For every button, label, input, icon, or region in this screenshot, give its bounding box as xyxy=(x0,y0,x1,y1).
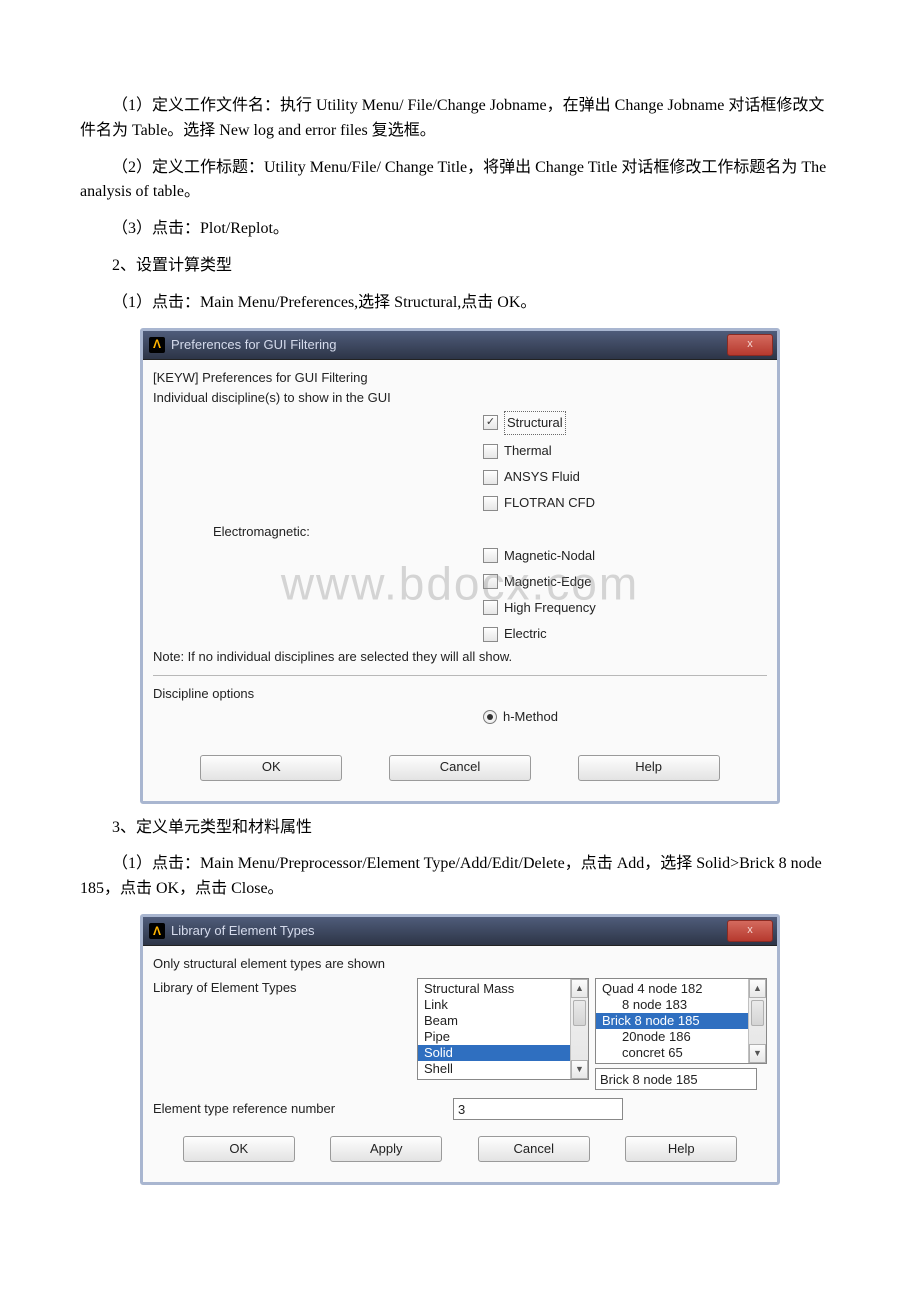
only-structural-label: Only structural element types are shown xyxy=(153,954,767,974)
element-types-dialog: Λ Library of Element Types x Only struct… xyxy=(140,914,780,1185)
scroll-thumb[interactable] xyxy=(573,1000,586,1026)
help-button[interactable]: Help xyxy=(625,1136,737,1162)
note-label: Note: If no individual disciplines are s… xyxy=(153,647,767,667)
structural-label: Structural xyxy=(504,411,566,435)
preferences-title: Preferences for GUI Filtering xyxy=(171,335,336,355)
ansys-logo-icon: Λ xyxy=(149,337,165,353)
discipline-options-label: Discipline options xyxy=(153,684,767,704)
scrollbar[interactable]: ▲ ▼ xyxy=(748,979,766,1063)
checkbox-icon xyxy=(483,600,498,615)
library-label: Library of Element Types xyxy=(153,978,417,998)
ansys-fluid-label: ANSYS Fluid xyxy=(504,467,580,487)
checkbox-magnetic-nodal[interactable]: Magnetic-Nodal xyxy=(483,546,767,566)
list-item-selected[interactable]: Solid xyxy=(418,1045,588,1061)
ok-button[interactable]: OK xyxy=(183,1136,295,1162)
electric-label: Electric xyxy=(504,624,547,644)
checkbox-icon xyxy=(483,574,498,589)
checkbox-icon xyxy=(483,415,498,430)
checkbox-icon xyxy=(483,496,498,511)
scrollbar[interactable]: ▲ ▼ xyxy=(570,979,588,1079)
checkbox-high-frequency[interactable]: High Frequency xyxy=(483,598,767,618)
divider xyxy=(153,675,767,676)
ref-number-label: Element type reference number xyxy=(153,1099,453,1119)
preferences-titlebar: Λ Preferences for GUI Filtering x xyxy=(143,331,777,360)
list-item[interactable]: Shell xyxy=(418,1061,588,1077)
scroll-thumb[interactable] xyxy=(751,1000,764,1026)
checkbox-magnetic-edge[interactable]: Magnetic-Edge xyxy=(483,572,767,592)
apply-button[interactable]: Apply xyxy=(330,1136,442,1162)
list-item[interactable]: 8 node 183 xyxy=(596,997,766,1013)
element-types-title: Library of Element Types xyxy=(171,921,315,941)
keyw-label: [KEYW] Preferences for GUI Filtering xyxy=(153,368,767,388)
ansys-logo-icon: Λ xyxy=(149,923,165,939)
magnetic-edge-label: Magnetic-Edge xyxy=(504,572,591,592)
checkbox-icon xyxy=(483,470,498,485)
checkbox-flotran-cfd[interactable]: FLOTRAN CFD xyxy=(483,493,767,513)
cancel-button[interactable]: Cancel xyxy=(478,1136,590,1162)
element-type-list[interactable]: Quad 4 node 182 8 node 183 Brick 8 node … xyxy=(595,978,767,1064)
flotran-cfd-label: FLOTRAN CFD xyxy=(504,493,595,513)
individual-discipline-label: Individual discipline(s) to show in the … xyxy=(153,388,767,408)
h-method-label: h-Method xyxy=(503,707,558,727)
list-item[interactable]: 20node 186 xyxy=(596,1029,766,1045)
cancel-button[interactable]: Cancel xyxy=(389,755,531,781)
list-item[interactable]: concret 65 xyxy=(596,1045,766,1061)
help-button[interactable]: Help xyxy=(578,755,720,781)
list-item[interactable]: Link xyxy=(418,997,588,1013)
paragraph-2: （2）定义工作标题：Utility Menu/File/ Change Titl… xyxy=(80,156,840,206)
list-item[interactable]: Beam xyxy=(418,1013,588,1029)
electromagnetic-label: Electromagnetic: xyxy=(213,522,767,542)
list-item[interactable]: Structural Mass xyxy=(418,981,588,997)
paragraph-7: （1）点击：Main Menu/Preprocessor/Element Typ… xyxy=(80,852,840,902)
close-button[interactable]: x xyxy=(727,920,773,942)
thermal-label: Thermal xyxy=(504,441,552,461)
scroll-down-icon[interactable]: ▼ xyxy=(571,1060,588,1079)
paragraph-5: （1）点击：Main Menu/Preferences,选择 Structura… xyxy=(80,291,840,316)
checkbox-thermal[interactable]: Thermal xyxy=(483,441,767,461)
checkbox-icon xyxy=(483,444,498,459)
checkbox-structural[interactable]: Structural xyxy=(483,411,767,435)
paragraph-3: （3）点击：Plot/Replot。 xyxy=(80,217,840,242)
scroll-up-icon[interactable]: ▲ xyxy=(749,979,766,998)
ok-button[interactable]: OK xyxy=(200,755,342,781)
radio-icon xyxy=(483,710,497,724)
paragraph-1: （1）定义工作文件名：执行 Utility Menu/ File/Change … xyxy=(80,94,840,144)
close-button[interactable]: x xyxy=(727,334,773,356)
radio-h-method[interactable]: h-Method xyxy=(483,707,558,727)
list-item[interactable]: Quad 4 node 182 xyxy=(596,981,766,997)
magnetic-nodal-label: Magnetic-Nodal xyxy=(504,546,595,566)
checkbox-icon xyxy=(483,548,498,563)
scroll-down-icon[interactable]: ▼ xyxy=(749,1044,766,1063)
list-item-selected[interactable]: Brick 8 node 185 xyxy=(596,1013,766,1029)
checkbox-electric[interactable]: Electric xyxy=(483,624,767,644)
element-category-list[interactable]: Structural Mass Link Beam Pipe Solid She… xyxy=(417,978,589,1080)
scroll-up-icon[interactable]: ▲ xyxy=(571,979,588,998)
checkbox-ansys-fluid[interactable]: ANSYS Fluid xyxy=(483,467,767,487)
element-types-titlebar: Λ Library of Element Types x xyxy=(143,917,777,946)
paragraph-6: 3、定义单元类型和材料属性 xyxy=(80,816,840,841)
high-frequency-label: High Frequency xyxy=(504,598,596,618)
checkbox-icon xyxy=(483,627,498,642)
preferences-dialog: Λ Preferences for GUI Filtering x [KEYW]… xyxy=(140,328,780,804)
ref-number-input[interactable]: 3 xyxy=(453,1098,623,1120)
list-item[interactable]: Pipe xyxy=(418,1029,588,1045)
paragraph-4: 2、设置计算类型 xyxy=(80,254,840,279)
selected-element-field[interactable]: Brick 8 node 185 xyxy=(595,1068,757,1090)
